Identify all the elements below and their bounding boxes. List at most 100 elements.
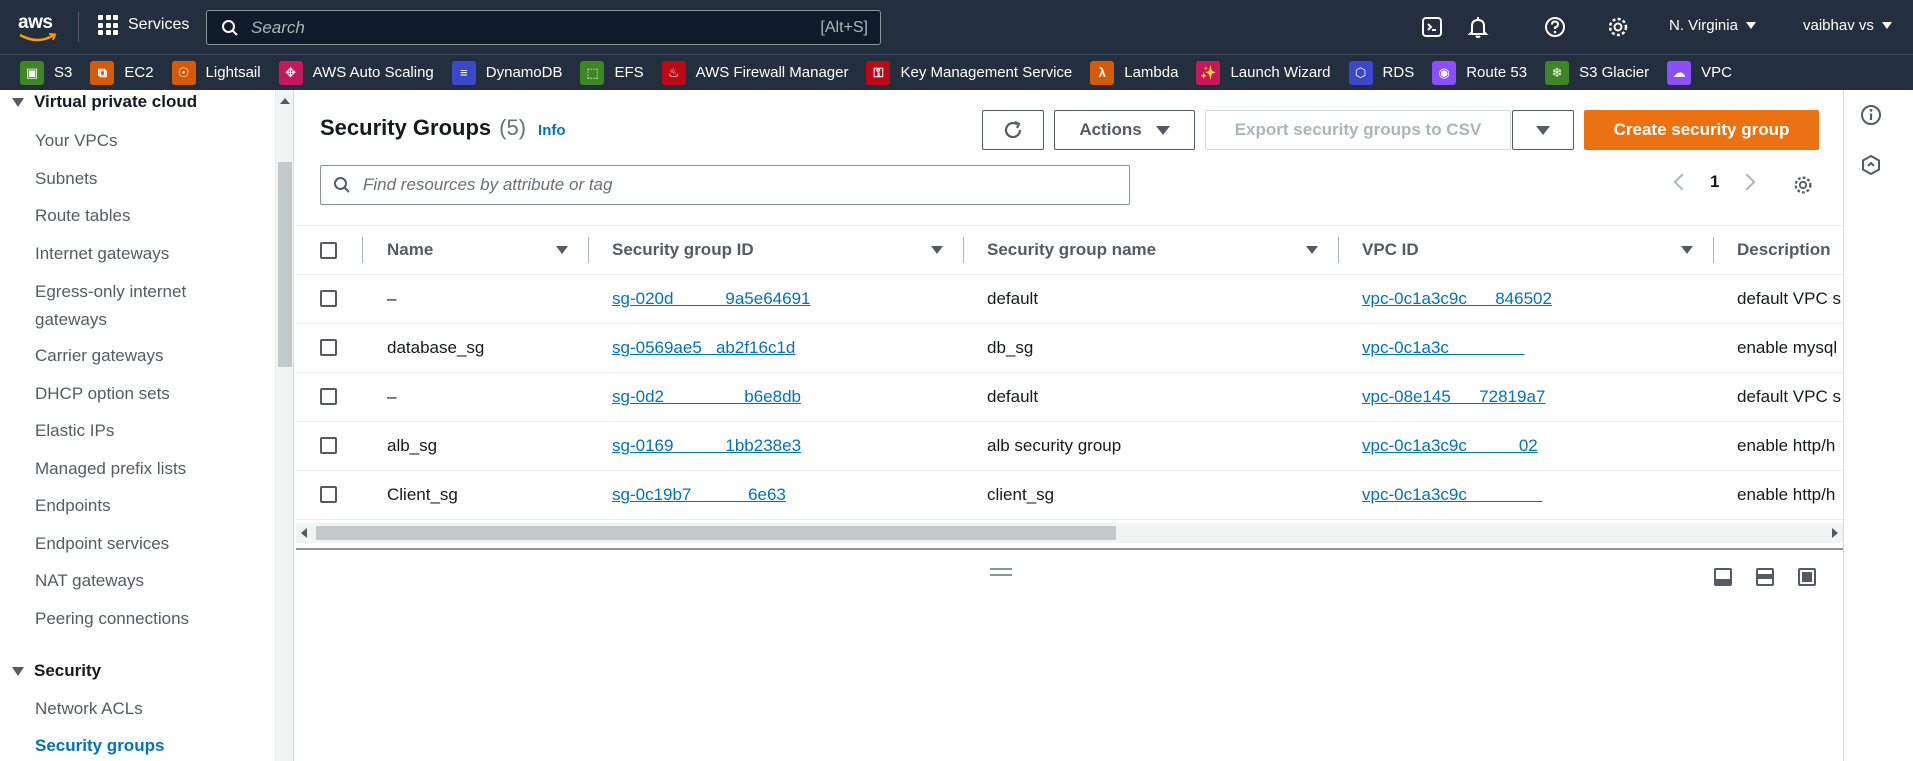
column-header-security-group-id[interactable]: Security group ID [612, 240, 754, 260]
favorite-rds[interactable]: ⬡ RDS [1348, 60, 1414, 85]
favorite-s3[interactable]: ▣ S3 [20, 60, 72, 85]
chevron-left-icon[interactable] [1673, 173, 1691, 191]
favorite-vpc[interactable]: ☁ VPC [1667, 60, 1732, 85]
settings-gear-icon[interactable] [1606, 15, 1630, 39]
sidebar-item-carrier-gateways[interactable]: Carrier gateways [35, 342, 164, 370]
scroll-left-arrow-icon[interactable] [301, 528, 307, 538]
cell-vpc-id[interactable]: vpc-0c1a3c9c [1362, 485, 1542, 505]
table-row[interactable]: – sg-0d2 b6e8db default vpc-08e145 72819… [296, 373, 1843, 422]
column-divider[interactable] [1338, 237, 1339, 263]
table-preferences-gear-icon[interactable] [1792, 174, 1814, 196]
cell-vpc-id[interactable]: vpc-0c1a3c [1362, 338, 1525, 358]
favorite-lambda[interactable]: λ Lambda [1090, 60, 1178, 85]
cell-security-group-id[interactable]: sg-0d2 b6e8db [612, 387, 801, 407]
row-checkbox[interactable] [320, 388, 337, 405]
sidebar-item-network-acls[interactable]: Network ACLs [35, 695, 143, 723]
favorite-dynamodb[interactable]: ≡ DynamoDB [451, 60, 562, 85]
scrollbar-thumb[interactable] [316, 526, 1116, 540]
sidebar-item-endpoints[interactable]: Endpoints [35, 492, 111, 520]
column-divider[interactable] [1713, 237, 1714, 263]
region-selector[interactable]: N. Virginia [1669, 17, 1756, 34]
favorite-glacier[interactable]: ❄ S3 Glacier [1545, 60, 1649, 85]
column-header-vpc-id[interactable]: VPC ID [1362, 240, 1419, 260]
select-all-checkbox[interactable] [320, 242, 337, 259]
column-divider[interactable] [963, 237, 964, 263]
favorite-efs[interactable]: ⬚ EFS [580, 60, 644, 85]
sidebar-item-route-tables[interactable]: Route tables [35, 202, 130, 230]
favorite-autoscaling[interactable]: ✥ AWS Auto Scaling [278, 60, 434, 85]
split-panel-bottom-icon[interactable] [1714, 568, 1732, 586]
cell-security-group-id[interactable]: sg-0569ae5 ab2f16c1d [612, 338, 795, 358]
sort-icon[interactable] [556, 246, 568, 254]
sidebar-item-subnets[interactable]: Subnets [35, 165, 97, 193]
info-icon[interactable] [1860, 104, 1882, 126]
help-icon[interactable] [1543, 15, 1567, 39]
feedback-hexagon-icon[interactable] [1860, 154, 1882, 176]
user-menu[interactable]: vaibhav vs [1803, 17, 1892, 34]
sort-icon[interactable] [1306, 246, 1318, 254]
column-divider [362, 237, 363, 263]
column-divider[interactable] [588, 237, 589, 263]
row-checkbox[interactable] [320, 339, 337, 356]
bell-icon[interactable] [1466, 15, 1490, 39]
sidebar-item-managed-prefix-lists[interactable]: Managed prefix lists [35, 455, 186, 483]
table-row[interactable]: alb_sg sg-0169 1bb238e3 alb security gro… [296, 422, 1843, 471]
sidebar-section-security[interactable]: Security [12, 661, 101, 681]
sort-icon[interactable] [1681, 246, 1693, 254]
sidebar-item-peering-connections[interactable]: Peering connections [35, 605, 189, 633]
sort-icon[interactable] [931, 246, 943, 254]
favorite-ec2[interactable]: ⧉ EC2 [90, 60, 154, 85]
sidebar-item-nat-gateways[interactable]: NAT gateways [35, 567, 144, 595]
cloudshell-icon[interactable] [1420, 15, 1444, 39]
sidebar-item-endpoint-services[interactable]: Endpoint services [35, 530, 169, 558]
info-link[interactable]: Info [538, 122, 566, 139]
sidebar-section-vpc[interactable]: Virtual private cloud [12, 92, 197, 112]
table-row[interactable]: – sg-020d 9a5e64691 default vpc-0c1a3c9c… [296, 275, 1843, 324]
table-row[interactable]: Client_sg sg-0c19b7 6e63 client_sg vpc-0… [296, 471, 1843, 520]
aws-logo[interactable]: aws [18, 12, 58, 42]
favorite-firewall[interactable]: ♨ AWS Firewall Manager [661, 60, 848, 85]
split-panel-drag-handle[interactable] [990, 568, 1012, 576]
export-dropdown-button[interactable] [1512, 110, 1574, 150]
favorite-lightsail[interactable]: ☉ Lightsail [171, 60, 261, 85]
sidebar-item-elastic-ips[interactable]: Elastic IPs [35, 417, 114, 445]
favorite-route53[interactable]: ◉ Route 53 [1432, 60, 1527, 85]
export-csv-button[interactable]: Export security groups to CSV [1205, 110, 1511, 150]
split-panel-hide-icon[interactable] [1798, 568, 1816, 586]
row-checkbox[interactable] [320, 290, 337, 307]
scroll-up-arrow-icon[interactable] [280, 98, 290, 104]
cell-security-group-id[interactable]: sg-0169 1bb238e3 [612, 436, 801, 456]
sidebar-item-internet-gateways[interactable]: Internet gateways [35, 240, 169, 268]
row-checkbox[interactable] [320, 437, 337, 454]
create-security-group-button[interactable]: Create security group [1584, 110, 1819, 150]
table-horizontal-scrollbar[interactable] [296, 523, 1843, 543]
favorite-kms[interactable]: ⚿ Key Management Service [866, 60, 1072, 85]
scroll-right-arrow-icon[interactable] [1832, 528, 1838, 538]
sidebar-item-your-vpcs[interactable]: Your VPCs [35, 127, 118, 155]
sidebar-item-dhcp-option-sets[interactable]: DHCP option sets [35, 380, 170, 408]
row-checkbox[interactable] [320, 486, 337, 503]
sidebar-item-egress-only-internet-gateways-line2[interactable]: gateways [35, 306, 107, 334]
favorite-launch-wizard[interactable]: ✨ Launch Wizard [1196, 60, 1331, 85]
refresh-button[interactable] [982, 110, 1044, 150]
cell-vpc-id[interactable]: vpc-08e145 72819a7 [1362, 387, 1545, 407]
cell-vpc-id[interactable]: vpc-0c1a3c9c 02 [1362, 436, 1538, 456]
filter-input[interactable]: Find resources by attribute or tag [320, 165, 1130, 205]
column-header-security-group-name[interactable]: Security group name [987, 240, 1156, 260]
chevron-right-icon[interactable] [1738, 173, 1756, 191]
cell-security-group-id[interactable]: sg-0c19b7 6e63 [612, 485, 786, 505]
sidebar-scrollbar[interactable] [276, 90, 294, 761]
scrollbar-thumb[interactable] [278, 162, 292, 367]
search-input[interactable]: Search [Alt+S] [206, 10, 881, 45]
cell-vpc-id[interactable]: vpc-0c1a3c9c 846502 [1362, 289, 1552, 309]
split-panel-side-icon[interactable] [1756, 568, 1774, 586]
sidebar-item-security-groups[interactable]: Security groups [35, 732, 164, 760]
column-header-description[interactable]: Description [1737, 240, 1831, 260]
page-number[interactable]: 1 [1710, 172, 1719, 192]
table-row[interactable]: database_sg sg-0569ae5 ab2f16c1d db_sg v… [296, 324, 1843, 373]
cell-security-group-id[interactable]: sg-020d 9a5e64691 [612, 289, 810, 309]
column-header-name[interactable]: Name [387, 240, 433, 260]
sidebar-item-egress-only-internet-gateways[interactable]: Egress-only internet [35, 278, 186, 306]
services-menu-button[interactable]: Services [98, 15, 189, 35]
actions-button[interactable]: Actions [1054, 110, 1195, 150]
